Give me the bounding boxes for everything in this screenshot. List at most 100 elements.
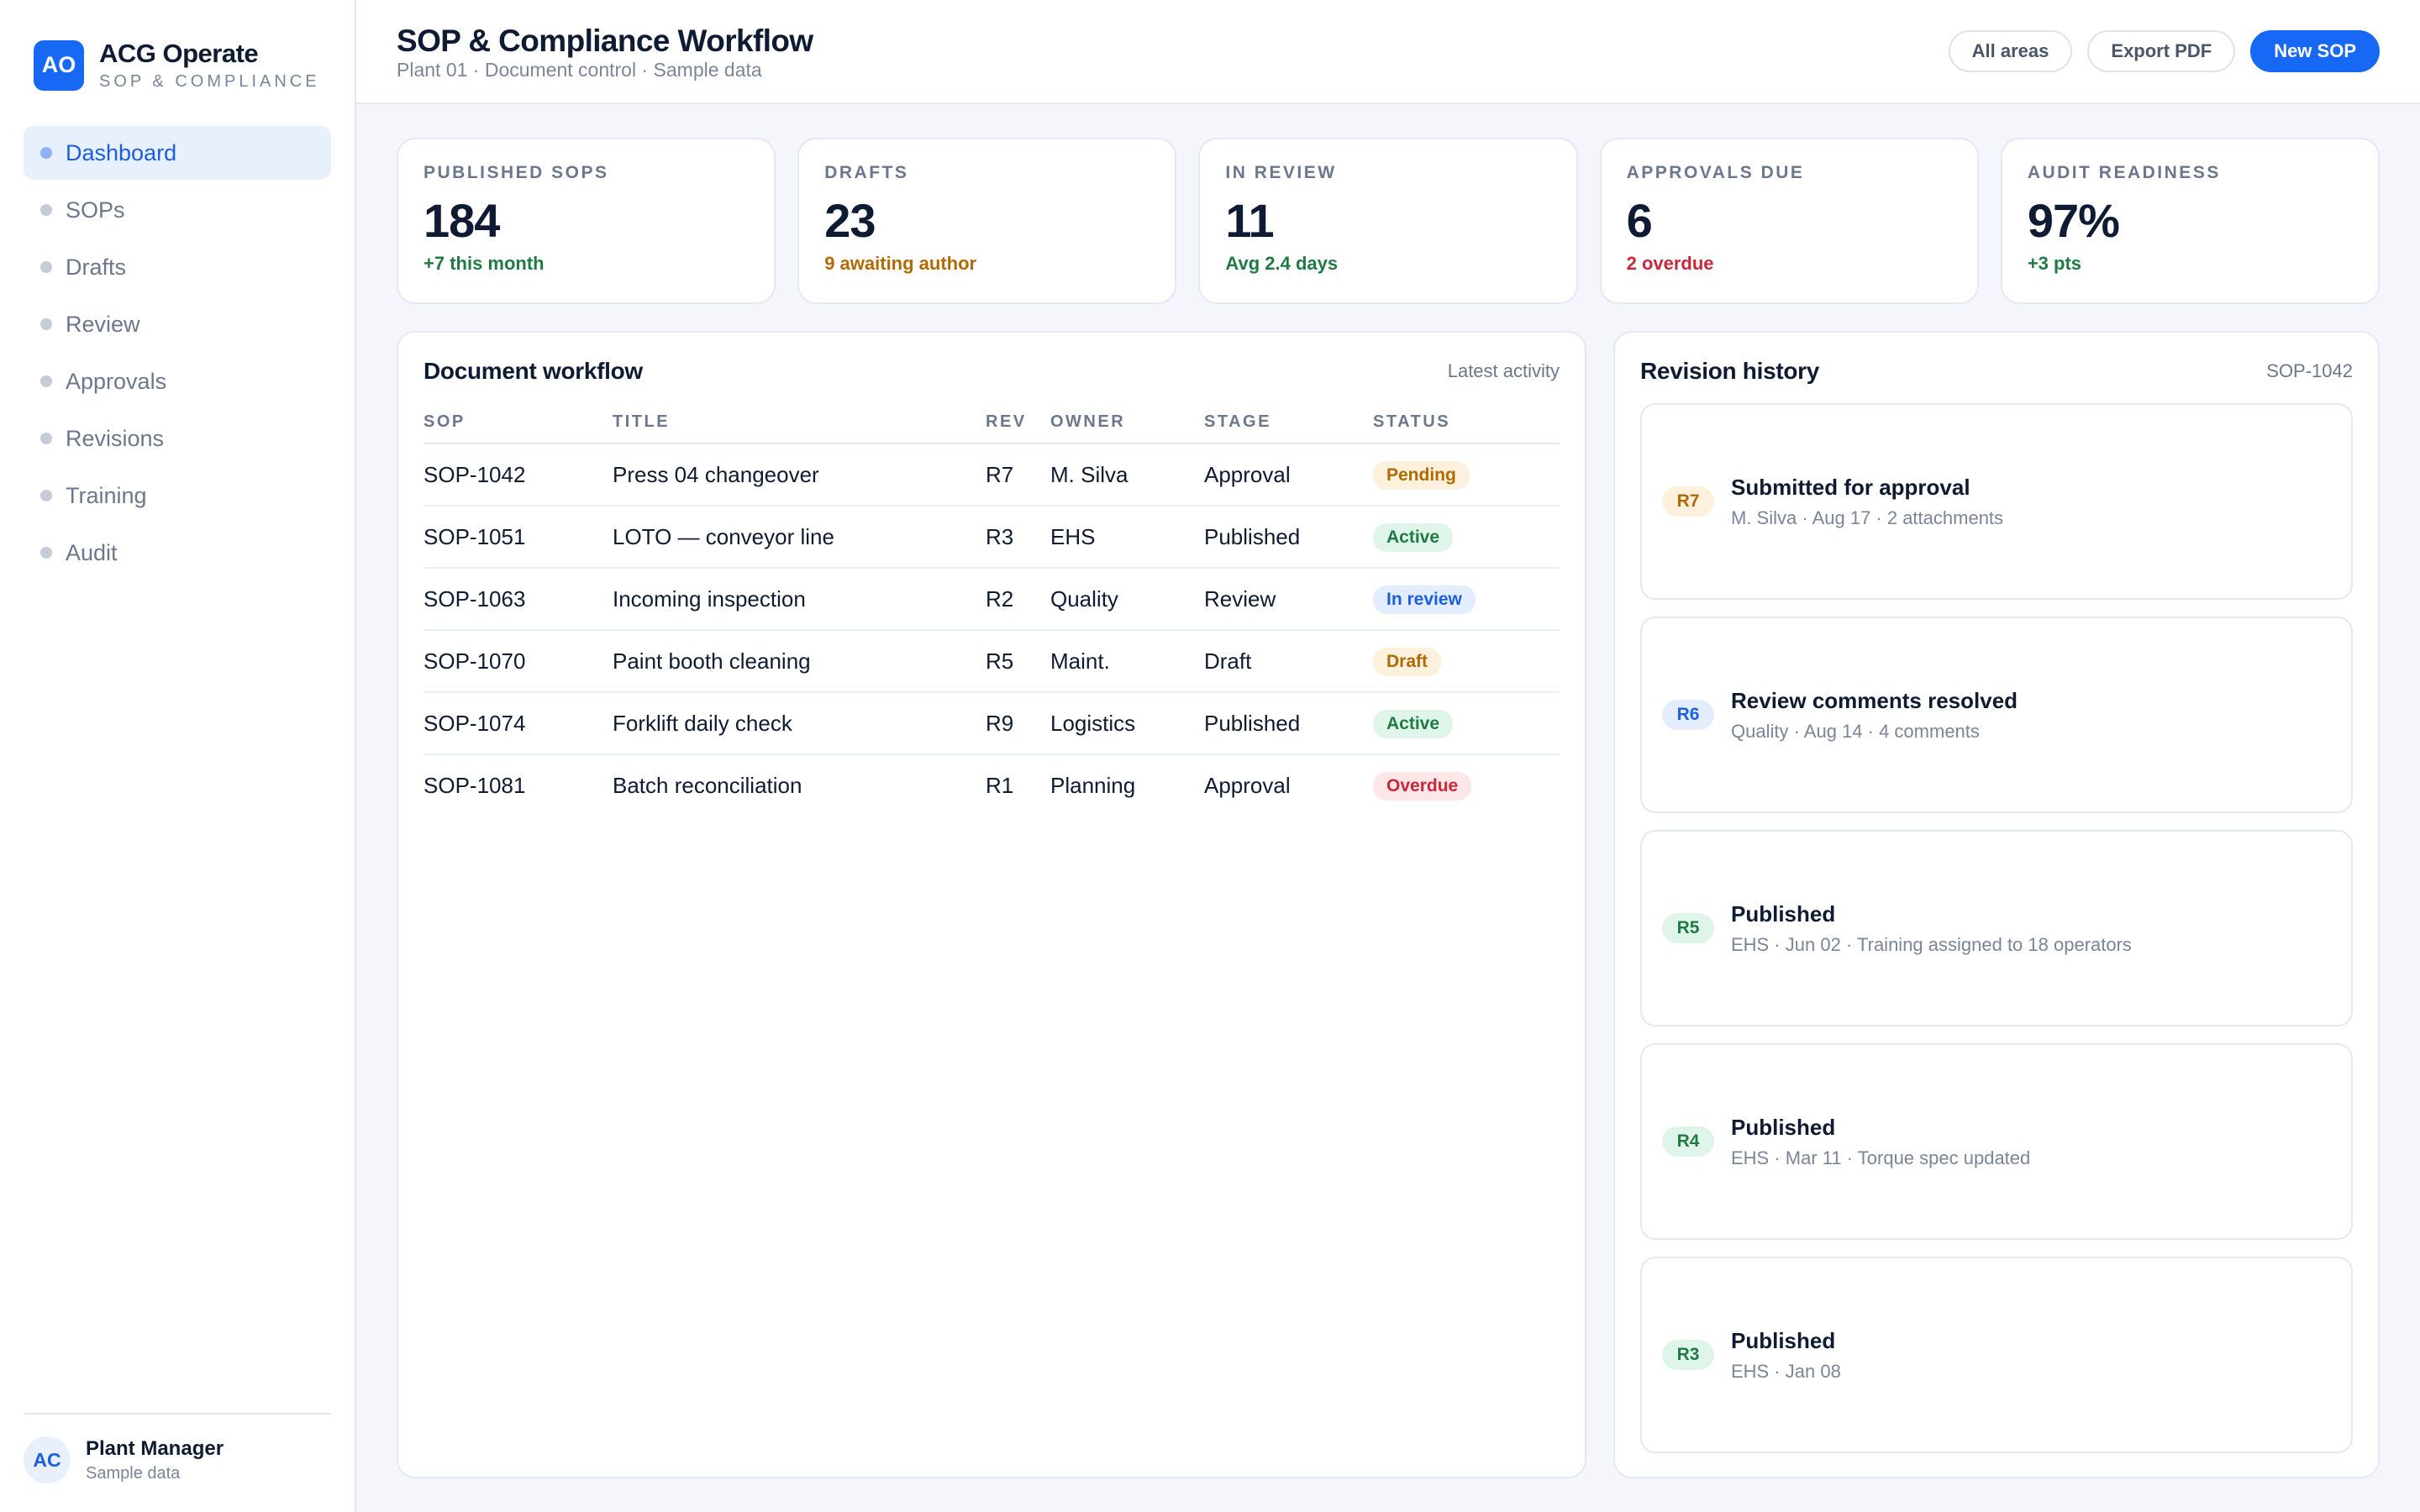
document-workflow-panel: Document workflow Latest activity SOP TI…	[397, 331, 1586, 1478]
header-actions: All areas Export PDF New SOP	[1948, 30, 2380, 72]
cell-rev: R9	[986, 692, 1050, 755]
brand-logo: AO	[34, 39, 84, 91]
table-row[interactable]: SOP-1051 LOTO — conveyor line R3 EHS Pub…	[424, 506, 1560, 569]
column-header-stage[interactable]: STAGE	[1204, 402, 1373, 444]
brand-subtitle: SOP & COMPLIANCE	[99, 72, 320, 91]
brand[interactable]: AO ACG Operate SOP & COMPLIANCE	[34, 39, 320, 92]
sop-id-label: SOP-1042	[2266, 360, 2353, 381]
dot-icon	[40, 204, 52, 216]
workflow-table: SOP TITLE REV OWNER STAGE STATUS SOP-104…	[424, 402, 1560, 816]
table-row[interactable]: SOP-1070 Paint booth cleaning R5 Maint. …	[424, 630, 1560, 693]
status-badge: Overdue	[1373, 772, 1472, 801]
status-badge: Draft	[1373, 647, 1442, 676]
dot-icon	[40, 147, 52, 159]
status-badge: Active	[1373, 522, 1454, 552]
cell-sop: SOP-1042	[424, 444, 613, 507]
cell-rev: R7	[986, 444, 1050, 507]
kpi-card-audit-readiness: AUDIT READINESS 97% +3 pts	[2000, 138, 2381, 304]
kpi-value: 184	[424, 194, 500, 247]
panel-title: Document workflow	[424, 358, 643, 384]
kpi-label: DRAFTS	[824, 163, 909, 182]
cell-sop: SOP-1074	[424, 692, 613, 755]
revision-tag: R7	[1662, 486, 1714, 517]
export-pdf-button[interactable]: Export PDF	[2087, 30, 2236, 72]
cell-sop: SOP-1051	[424, 506, 613, 569]
cell-owner: Quality	[1050, 568, 1204, 631]
kpi-value: 23	[824, 194, 876, 247]
revision-meta: EHS · Jun 02 · Training assigned to 18 o…	[1731, 933, 2132, 955]
sidebar-item-label: Training	[66, 482, 147, 508]
cell-status: Draft	[1373, 630, 1560, 693]
avatar: AC	[24, 1436, 71, 1483]
sidebar-item-dashboard[interactable]: Dashboard	[24, 126, 331, 180]
status-badge: In review	[1373, 585, 1476, 614]
cell-rev: R3	[986, 506, 1050, 569]
cell-owner: M. Silva	[1050, 444, 1204, 507]
panel-title: Revision history	[1640, 358, 1820, 384]
all-areas-button[interactable]: All areas	[1948, 30, 2073, 72]
page-subtitle: Plant 01 · Document control · Sample dat…	[397, 59, 762, 81]
sidebar: AO ACG Operate SOP & COMPLIANCE Dashboar…	[0, 0, 356, 1512]
brand-title: ACG Operate	[99, 39, 259, 68]
sidebar-item-sops[interactable]: SOPs	[24, 183, 331, 237]
cell-status: Active	[1373, 506, 1560, 569]
top-header: SOP & Compliance Workflow Plant 01 · Doc…	[356, 0, 2420, 104]
cell-title: Forklift daily check	[613, 692, 986, 755]
column-header-rev[interactable]: REV	[986, 402, 1050, 444]
table-row[interactable]: SOP-1074 Forklift daily check R9 Logisti…	[424, 692, 1560, 755]
cell-rev: R1	[986, 773, 1014, 798]
table-row[interactable]: SOP-1063 Incoming inspection R2 Quality …	[424, 568, 1560, 631]
column-header-sop[interactable]: SOP	[424, 402, 613, 444]
dot-icon	[40, 547, 52, 559]
sidebar-item-label: Audit	[66, 539, 118, 565]
table-row[interactable]: SOP-1042 Press 04 changeover R7 M. Silva…	[424, 444, 1560, 507]
revision-meta: EHS · Mar 11 · Torque spec updated	[1731, 1147, 2031, 1168]
status-badge: Active	[1373, 709, 1454, 738]
cell-stage: Approval	[1204, 773, 1291, 798]
cell-owner: Logistics	[1050, 692, 1204, 755]
revision-meta: EHS · Jan 08	[1731, 1360, 1841, 1382]
revision-history-panel: Revision history SOP-1042 R7 Submitted f…	[1613, 331, 2380, 1478]
cell-status: In review	[1373, 568, 1560, 631]
table-row[interactable]: SOP-1081 Batch reconciliation R1 Plannin…	[424, 754, 1560, 816]
column-header-title[interactable]: TITLE	[613, 402, 986, 444]
cell-status: Active	[1373, 692, 1560, 755]
cell-owner: EHS	[1050, 506, 1204, 569]
kpi-note: Avg 2.4 days	[1225, 253, 1339, 274]
kpi-label: PUBLISHED SOPS	[424, 163, 609, 182]
revision-card[interactable]: R3 Published EHS · Jan 08	[1640, 1257, 2353, 1453]
revision-card[interactable]: R6 Review comments resolved Quality · Au…	[1640, 617, 2353, 813]
cell-owner: Planning	[1050, 773, 1136, 798]
revision-card[interactable]: R7 Submitted for approval M. Silva · Aug…	[1640, 403, 2353, 600]
user-name: Plant Manager	[86, 1436, 224, 1460]
cell-title: LOTO — conveyor line	[613, 506, 986, 569]
column-header-owner[interactable]: OWNER	[1050, 402, 1204, 444]
revision-card[interactable]: R5 Published EHS · Jun 02 · Training ass…	[1640, 830, 2353, 1026]
new-sop-button[interactable]: New SOP	[2250, 30, 2380, 72]
sidebar-item-label: SOPs	[66, 197, 125, 223]
sidebar-item-audit[interactable]: Audit	[24, 526, 331, 580]
latest-activity-link[interactable]: Latest activity	[1448, 360, 1560, 382]
sidebar-item-training[interactable]: Training	[24, 469, 331, 522]
sidebar-item-revisions[interactable]: Revisions	[24, 412, 331, 465]
cell-sop: SOP-1070	[424, 630, 613, 693]
sidebar-item-review[interactable]: Review	[24, 297, 331, 351]
cell-title: Incoming inspection	[613, 568, 986, 631]
revision-title: Review comments resolved	[1731, 687, 2018, 713]
revision-tag: R4	[1662, 1126, 1714, 1157]
sidebar-item-label: Review	[66, 311, 140, 337]
revision-card[interactable]: R4 Published EHS · Mar 11 · Torque spec …	[1640, 1043, 2353, 1240]
kpi-label: AUDIT READINESS	[2027, 163, 2221, 182]
cell-stage: Published	[1204, 506, 1373, 569]
kpi-value: 6	[1626, 194, 1653, 247]
sidebar-item-drafts[interactable]: Drafts	[24, 240, 331, 294]
sidebar-item-approvals[interactable]: Approvals	[24, 354, 331, 408]
page-title: SOP & Compliance Workflow	[397, 24, 813, 58]
column-header-status[interactable]: STATUS	[1373, 402, 1560, 444]
user-profile[interactable]: AC Plant Manager Sample data	[24, 1413, 331, 1483]
sidebar-item-label: Approvals	[66, 368, 167, 394]
revision-tag: R3	[1662, 1340, 1714, 1370]
cell-status: Pending	[1373, 444, 1560, 507]
revision-title: Published	[1731, 1114, 1836, 1140]
dot-icon	[40, 433, 52, 444]
